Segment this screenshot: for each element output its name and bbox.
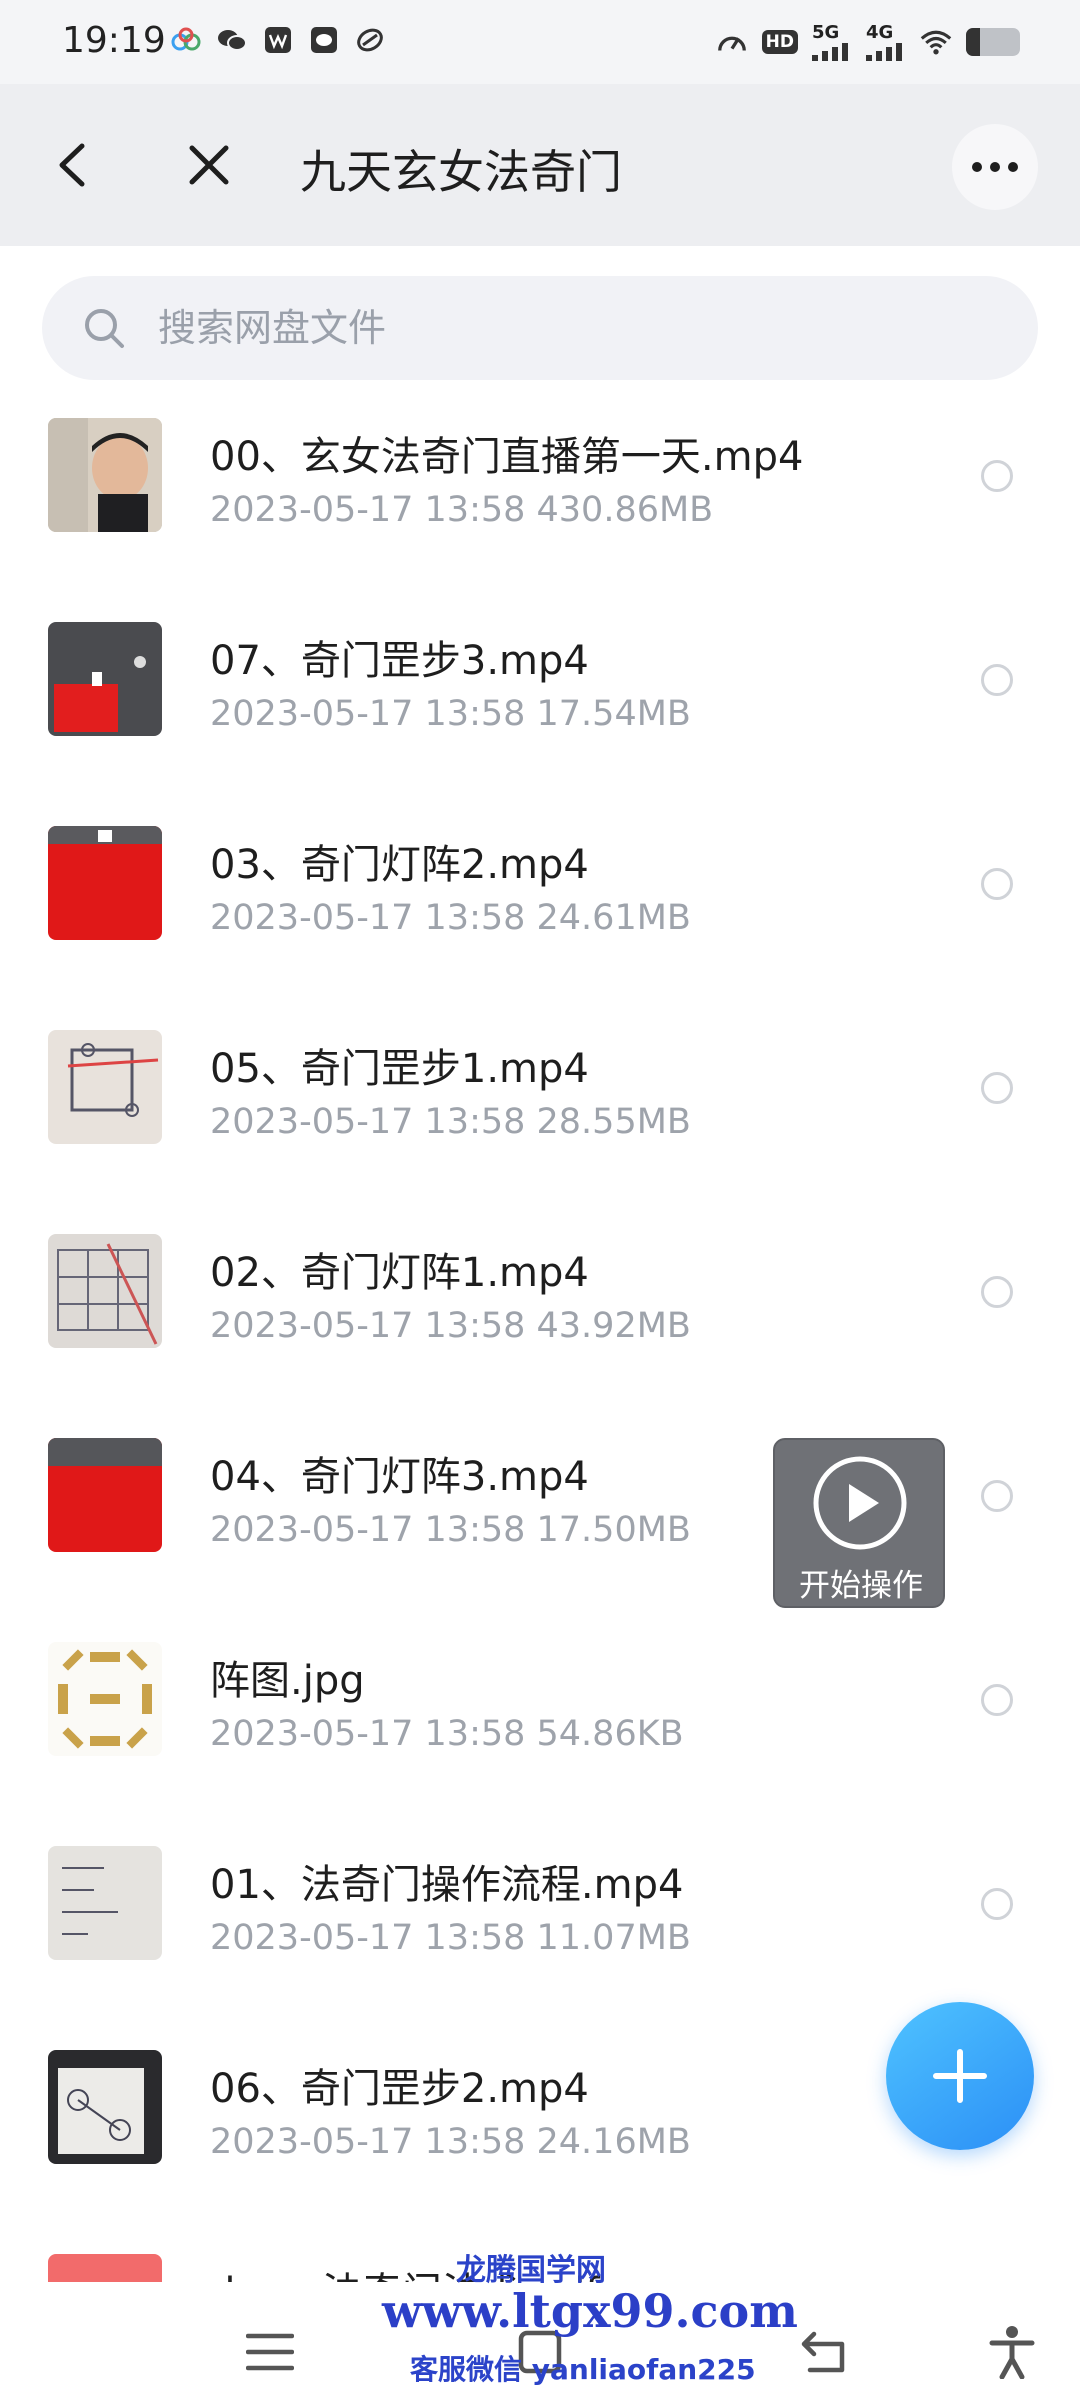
signal-4g-icon	[866, 43, 902, 61]
file-meta: 2023-05-17 13:58 17.50MB	[210, 1510, 691, 1550]
file-thumbnail	[48, 1030, 162, 1144]
select-radio[interactable]	[981, 1888, 1013, 1920]
file-name: 06、奇门罡步2.mp4	[210, 2066, 589, 2112]
wps-icon	[262, 24, 294, 56]
start-operation-label: 开始操作	[799, 1568, 923, 1604]
play-icon	[813, 1456, 907, 1550]
signal-5g: 5G	[812, 22, 852, 61]
select-radio[interactable]	[981, 1480, 1013, 1512]
file-row[interactable]: 03、奇门灯阵2.mp4 2023-05-17 13:58 24.61MB	[0, 822, 1080, 1026]
plus-icon	[933, 2049, 987, 2103]
speed-icon	[716, 26, 748, 58]
top-navigation-bar: 九天玄女法奇门	[0, 84, 1080, 246]
file-meta: 2023-05-17 13:58 17.54MB	[210, 694, 691, 734]
wifi-icon	[920, 26, 952, 58]
search-icon	[85, 309, 124, 348]
wechat-work-icon	[308, 24, 340, 56]
menu-button[interactable]	[240, 2322, 300, 2382]
select-radio[interactable]	[981, 1072, 1013, 1104]
add-button[interactable]	[886, 2002, 1034, 2150]
start-operation-button[interactable]: 开始操作	[773, 1438, 945, 1608]
file-meta: 2023-05-17 13:58 24.16MB	[210, 2122, 691, 2162]
accessibility-icon	[989, 2326, 1035, 2379]
file-thumbnail	[48, 826, 162, 940]
back-button[interactable]	[48, 138, 98, 192]
app-icon	[170, 24, 202, 56]
close-icon	[189, 145, 229, 185]
back-arrow-icon	[59, 143, 85, 187]
file-name: 02、奇门灯阵1.mp4	[210, 1250, 589, 1296]
watermark-url: www.ltgx99.com	[382, 2284, 798, 2338]
file-meta: 2023-05-17 13:58 430.86MB	[210, 490, 714, 530]
signal-5g-icon	[812, 43, 848, 61]
select-radio[interactable]	[981, 1276, 1013, 1308]
return-icon	[801, 2331, 845, 2373]
net-5g-label: 5G	[812, 22, 840, 43]
status-time: 19:19	[62, 20, 166, 61]
file-meta: 2023-05-17 13:58 54.86KB	[210, 1714, 684, 1754]
notification-icons	[170, 24, 386, 56]
file-thumbnail	[48, 622, 162, 736]
file-meta: 2023-05-17 13:58 24.61MB	[210, 898, 691, 938]
back-nav-button[interactable]	[795, 2322, 855, 2382]
file-thumbnail	[48, 1642, 162, 1756]
file-row[interactable]: 00、玄女法奇门直播第一天.mp4 2023-05-17 13:58 430.8…	[0, 414, 1080, 618]
file-name: 03、奇门灯阵2.mp4	[210, 842, 589, 888]
file-meta: 2023-05-17 13:58 43.92MB	[210, 1306, 691, 1346]
menu-icon	[246, 2333, 294, 2371]
file-name: 阵图.jpg	[210, 1658, 365, 1704]
file-list: 00、玄女法奇门直播第一天.mp4 2023-05-17 13:58 430.8…	[0, 414, 1080, 2282]
hd-icon: HD	[761, 29, 798, 54]
file-meta: 2023-05-17 13:58 28.55MB	[210, 1102, 691, 1142]
file-name: 04、奇门灯阵3.mp4	[210, 1454, 589, 1500]
battery-fill	[966, 27, 980, 56]
select-radio[interactable]	[981, 1684, 1013, 1716]
watermark-title: 龙腾国学网	[456, 2253, 606, 2288]
link-icon	[354, 24, 386, 56]
file-name: 01、法奇门操作流程.mp4	[210, 1862, 684, 1908]
battery-icon	[966, 27, 1020, 56]
file-meta: 2023-05-17 13:58 11.07MB	[210, 1918, 691, 1958]
more-button[interactable]	[952, 124, 1038, 210]
system-icons: HD 5G 4G	[716, 22, 1020, 61]
signal-4g: 4G	[866, 22, 906, 61]
select-radio[interactable]	[981, 868, 1013, 900]
search-input[interactable]	[158, 302, 958, 354]
watermark-contact: 客服微信 yanliaofan225	[410, 2353, 756, 2386]
page-title: 九天玄女法奇门	[300, 145, 622, 199]
file-row[interactable]: 02、奇门灯阵1.mp4 2023-05-17 13:58 43.92MB	[0, 1230, 1080, 1434]
file-row[interactable]: 07、奇门罡步3.mp4 2023-05-17 13:58 17.54MB	[0, 618, 1080, 822]
net-4g-label: 4G	[866, 22, 894, 43]
accessibility-button[interactable]	[982, 2322, 1042, 2382]
search-bar[interactable]	[42, 276, 1038, 380]
file-name: 00、玄女法奇门直播第一天.mp4	[210, 434, 804, 480]
file-name: 05、奇门罡步1.mp4	[210, 1046, 589, 1092]
file-thumbnail	[48, 1846, 162, 1960]
wechat-icon	[216, 24, 248, 56]
select-radio[interactable]	[981, 460, 1013, 492]
file-row[interactable]: 阵图.jpg 2023-05-17 13:58 54.86KB	[0, 1638, 1080, 1842]
file-thumbnail	[48, 1234, 162, 1348]
hd-label: HD	[765, 31, 794, 52]
status-bar: 19:19 HD 5G 4G	[0, 0, 1080, 84]
close-button[interactable]	[182, 138, 236, 192]
file-thumbnail	[48, 2050, 162, 2164]
file-thumbnail	[48, 1438, 162, 1552]
file-thumbnail	[48, 418, 162, 532]
more-dots-icon	[972, 162, 1018, 172]
file-name: 07、奇门罡步3.mp4	[210, 638, 589, 684]
file-row[interactable]: 05、奇门罡步1.mp4 2023-05-17 13:58 28.55MB	[0, 1026, 1080, 1230]
select-radio[interactable]	[981, 664, 1013, 696]
pdf-icon	[48, 2254, 162, 2282]
